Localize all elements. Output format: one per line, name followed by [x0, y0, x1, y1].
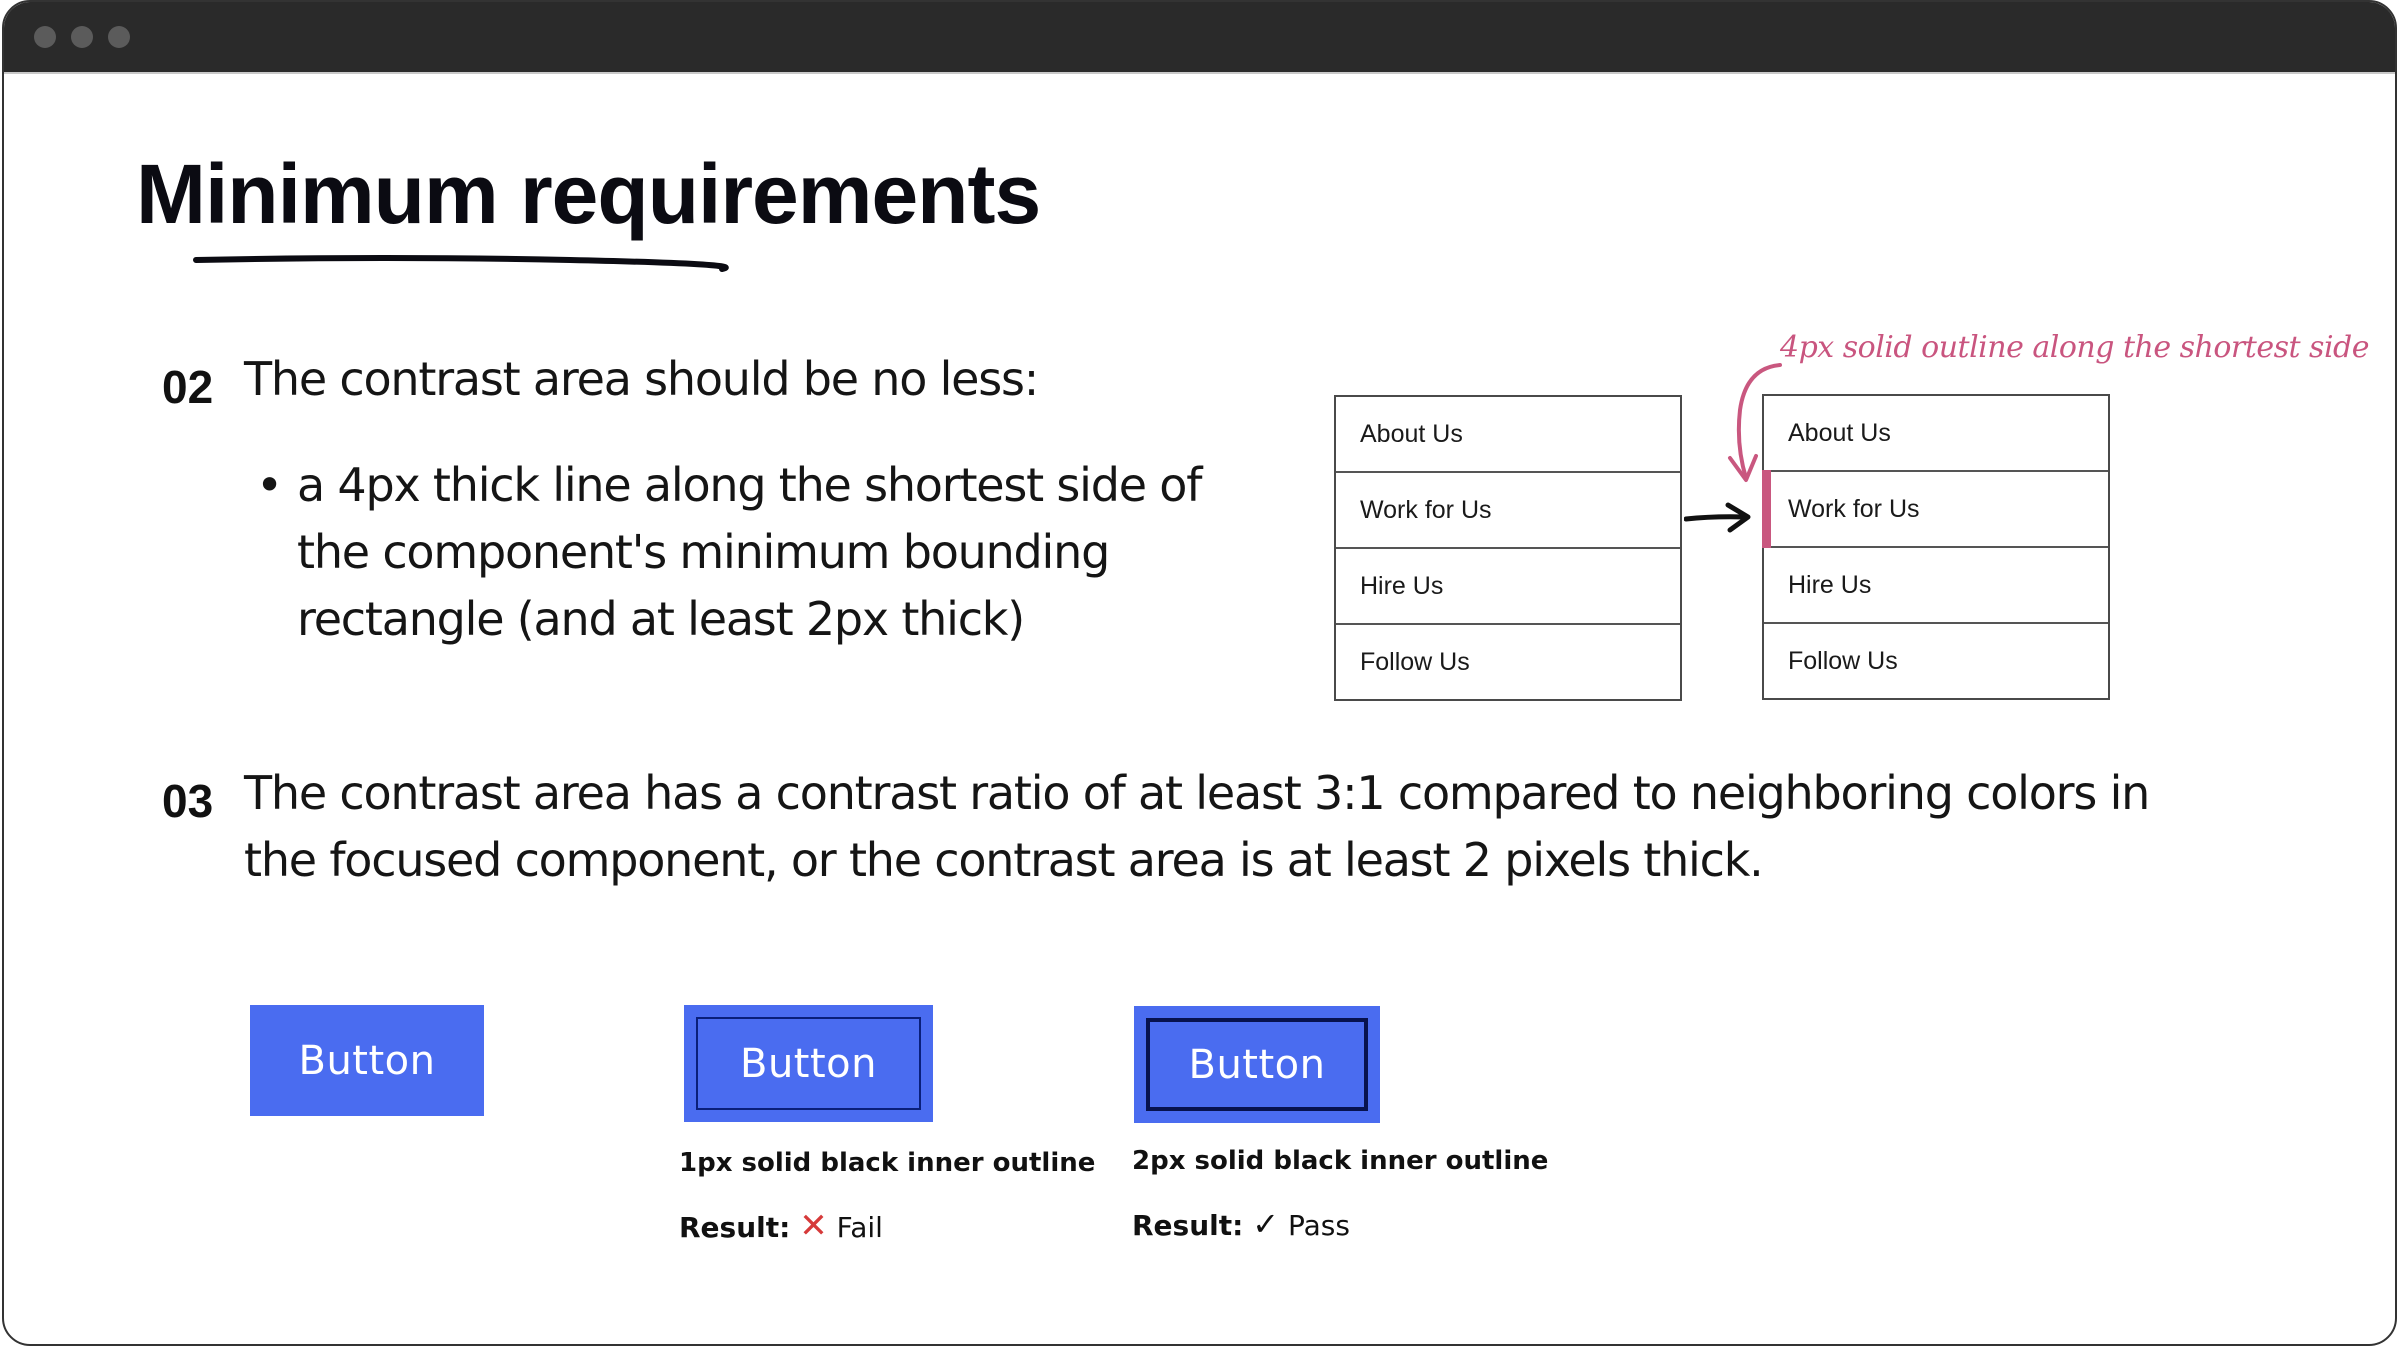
title-underline	[193, 255, 729, 272]
section-03-number: 03	[162, 775, 214, 827]
result-value-pass: Pass	[1287, 1209, 1350, 1242]
right-arrow-icon	[1684, 502, 1751, 533]
menu-item-label: Hire Us	[1360, 572, 1444, 600]
menu-item-label: About Us	[1788, 419, 1891, 447]
menu-item-label: About Us	[1360, 420, 1463, 448]
inner-outline-2px	[1146, 1018, 1368, 1111]
example-button-1px-outline[interactable]: Button	[684, 1005, 933, 1122]
check-icon: ✓	[1252, 1205, 1280, 1243]
example-button-2px-outline[interactable]: Button	[1134, 1006, 1380, 1123]
menu-item-follow[interactable]: Follow Us	[1764, 624, 2108, 698]
caption-1px: 1px solid black inner outline	[679, 1148, 1096, 1178]
menu-after-focus: About Us Work for Us Hire Us Follow Us	[1762, 394, 2110, 700]
result-1px: Result: ✕ Fail	[679, 1206, 883, 1246]
section-02-heading: The contrast area should be no less:	[244, 352, 1039, 406]
menu-item-work-focused[interactable]: Work for Us	[1762, 470, 2108, 548]
annotation-label: 4px solid outline along the shortest sid…	[1780, 330, 2370, 365]
menu-item-about[interactable]: About Us	[1764, 396, 2108, 472]
result-label: Result:	[1132, 1209, 1244, 1242]
menu-item-label: Follow Us	[1360, 648, 1470, 676]
maximize-dot-icon[interactable]	[108, 26, 130, 48]
menu-before-focus: About Us Work for Us Hire Us Follow Us	[1334, 395, 1682, 701]
result-label: Result:	[679, 1211, 791, 1244]
bullet-dot: •	[256, 458, 283, 512]
result-2px: Result: ✓ Pass	[1132, 1205, 1350, 1243]
close-dot-icon[interactable]	[34, 26, 56, 48]
bullet-line-1: a 4px thick line along the shortest side…	[297, 458, 1202, 512]
cross-icon: ✕	[799, 1206, 828, 1246]
button-label: Button	[298, 1037, 436, 1084]
section-03-line-1: The contrast area has a contrast ratio o…	[244, 766, 2150, 820]
menu-item-label: Follow Us	[1788, 647, 1898, 675]
example-button-no-outline[interactable]: Button	[250, 1005, 484, 1116]
curved-annotation-arrow-icon	[1728, 363, 1782, 482]
menu-item-label: Work for Us	[1360, 496, 1492, 524]
bullet-line-3: rectangle (and at least 2px thick)	[297, 592, 1025, 646]
menu-item-about[interactable]: About Us	[1336, 397, 1680, 473]
bullet-line-2: the component's minimum bounding	[297, 525, 1110, 579]
window-titlebar	[4, 2, 2395, 74]
menu-item-follow[interactable]: Follow Us	[1336, 625, 1680, 699]
minimize-dot-icon[interactable]	[71, 26, 93, 48]
caption-2px: 2px solid black inner outline	[1132, 1146, 1549, 1176]
menu-item-hire[interactable]: Hire Us	[1764, 548, 2108, 624]
section-02-number: 02	[162, 361, 214, 413]
menu-item-work[interactable]: Work for Us	[1336, 473, 1680, 549]
menu-item-hire[interactable]: Hire Us	[1336, 549, 1680, 625]
menu-item-label: Hire Us	[1788, 571, 1872, 599]
menu-item-label: Work for Us	[1788, 495, 1920, 523]
inner-outline-1px	[696, 1017, 921, 1110]
slide-title: Minimum requirements	[136, 147, 1041, 241]
result-value-fail: Fail	[836, 1211, 883, 1244]
section-03-line-2: the focused component, or the contrast a…	[244, 833, 1764, 887]
